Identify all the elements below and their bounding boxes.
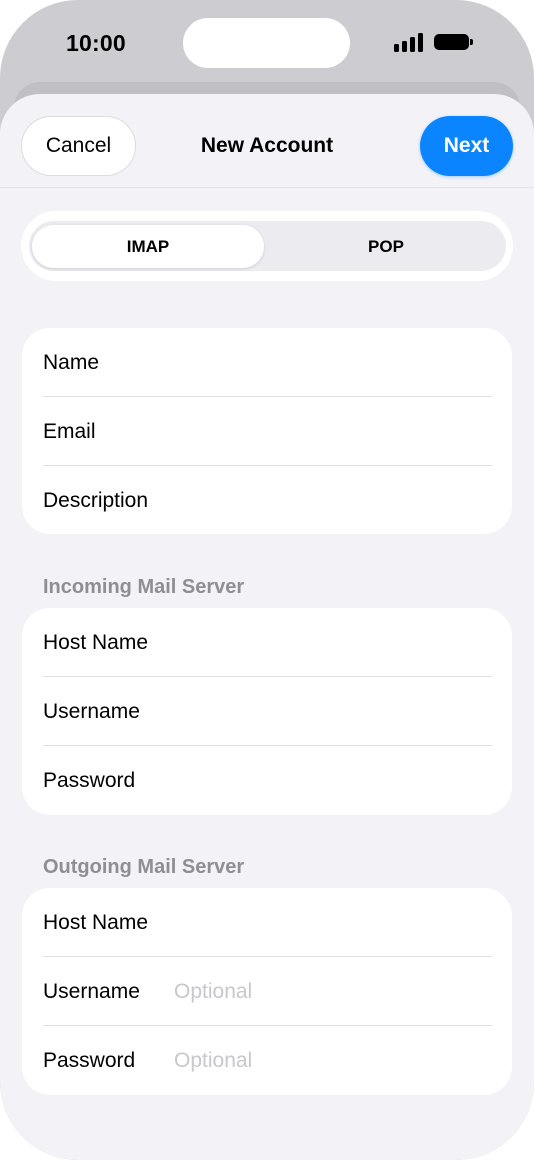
outgoing-password-row[interactable]: Password [22,1026,512,1095]
incoming-password-row[interactable]: Password [22,746,512,815]
cancel-button[interactable]: Cancel [21,116,136,176]
phone-frame: 10:00 Cancel New Account Next IMAP POP N… [0,0,534,1160]
outgoing-password-field[interactable] [174,1040,494,1082]
incoming-username-label: Username [43,700,140,723]
status-time: 10:00 [66,30,126,56]
email-label: Email [43,420,96,443]
outgoing-host-label: Host Name [43,911,149,934]
outgoing-username-label: Username [43,980,140,1003]
outgoing-username-row[interactable]: Username [22,957,512,1026]
status-icons [394,28,480,58]
incoming-username-row[interactable]: Username [22,677,512,746]
incoming-host-row[interactable]: Host Name [22,608,512,677]
dynamic-island [183,18,350,68]
incoming-server-header: Incoming Mail Server [43,576,245,598]
incoming-host-label: Host Name [43,631,149,654]
account-info-group: Name Email Description [22,328,512,534]
outgoing-server-header: Outgoing Mail Server [43,856,245,878]
incoming-username-field[interactable] [174,691,494,733]
incoming-password-label: Password [43,769,136,792]
new-account-sheet: Cancel New Account Next IMAP POP Name Em… [0,94,534,1160]
email-row[interactable]: Email [22,397,512,466]
page-title: New Account [200,134,334,157]
description-label: Description [43,489,149,512]
outgoing-host-row[interactable]: Host Name [22,888,512,957]
outgoing-username-field[interactable] [174,971,494,1013]
next-button[interactable]: Next [420,116,513,176]
navigation-bar: Cancel New Account Next [0,94,534,188]
cellular-signal-icon [394,32,424,52]
incoming-host-field[interactable] [174,622,494,664]
name-field[interactable] [174,342,494,384]
outgoing-server-group: Host Name Username Password [22,888,512,1095]
outgoing-password-label: Password [43,1049,136,1072]
name-label: Name [43,351,100,374]
description-field[interactable] [174,480,494,522]
incoming-server-group: Host Name Username Password [22,608,512,815]
name-row[interactable]: Name [22,328,512,397]
incoming-password-field[interactable] [174,760,494,802]
battery-icon [434,32,474,52]
description-row[interactable]: Description [22,466,512,535]
segment-pop[interactable]: POP [270,225,502,268]
segment-imap[interactable]: IMAP [32,225,264,268]
outgoing-host-field[interactable] [174,902,494,944]
email-field[interactable] [174,411,494,453]
